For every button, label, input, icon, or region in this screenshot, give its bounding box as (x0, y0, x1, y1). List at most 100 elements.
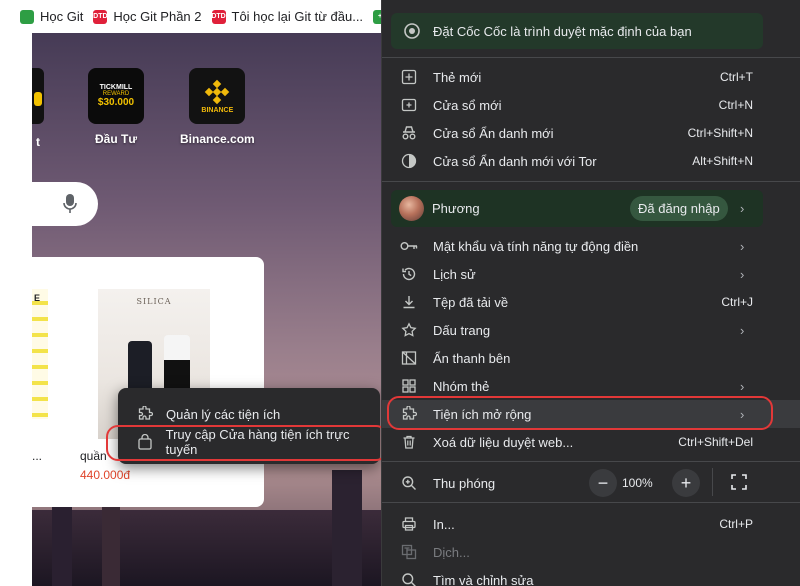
coccoc-logo-icon (404, 23, 420, 39)
chevron-right-icon: › (740, 238, 745, 254)
menu-item-shortcut: Ctrl+Shift+Del (678, 435, 753, 449)
menu-item-label: Dấu trang (433, 322, 491, 338)
bookmark-label: Học Git (40, 9, 84, 24)
menu-item-label: Cửa sổ Ẩn danh mới (433, 125, 554, 141)
tickmill-icon: TICKMILL REWARD $30.000 (88, 68, 144, 124)
fullscreen-icon (731, 474, 747, 490)
binance-diamond-icon (205, 79, 230, 104)
history-icon (400, 265, 418, 283)
zoom-icon (400, 474, 418, 492)
print-icon (400, 515, 418, 533)
tor-icon (400, 152, 418, 170)
product-price: 440.000đ (80, 468, 131, 482)
menu-divider (382, 57, 800, 58)
menu-item-new-window[interactable]: Cửa sổ mới Ctrl+N (382, 91, 800, 119)
menu-item-print[interactable]: In... Ctrl+P (382, 510, 800, 538)
menu-item-shortcut: Ctrl+N (718, 98, 753, 112)
fullscreen-button[interactable] (729, 472, 749, 492)
chevron-right-icon: › (740, 201, 745, 216)
menu-item-new-tab[interactable]: Thẻ mới Ctrl+T (382, 63, 800, 91)
chevron-right-icon: › (740, 266, 745, 282)
set-default-browser-banner[interactable]: Đặt Cốc Cốc là trình duyệt mặc định của … (391, 13, 763, 49)
menu-item-label: Lịch sử (433, 266, 476, 282)
reward-amount-text: $30.000 (97, 97, 135, 108)
menu-item-shortcut: Alt+Shift+N (692, 154, 753, 168)
product-tag: E (34, 293, 41, 303)
bookmark-label: Học Git Phần 2 (113, 9, 202, 24)
menu-item-label: Tệp đã tải về (433, 294, 509, 310)
manage-extensions-item[interactable]: Quản lý các tiện ích (118, 400, 380, 428)
product-name-partial: ... (32, 449, 43, 463)
menu-item-shortcut: Ctrl+J (721, 295, 753, 309)
menu-item-shortcut: Ctrl+T (720, 70, 753, 84)
bookmark-label: Tôi học lại Git từ đầu... (231, 9, 364, 24)
menu-item-label: Xoá dữ liệu duyệt web... (433, 434, 574, 450)
binance-wordmark: BINANCE (201, 106, 234, 114)
menu-item-label: Tìm và chỉnh sửa (433, 572, 534, 586)
signed-in-badge[interactable]: Đã đăng nhập (630, 196, 728, 221)
menu-item-shortcut: Ctrl+Shift+N (687, 126, 753, 140)
bookmark-toi-hoc-lai-git[interactable]: DTD Tôi học lại Git từ đầu... (211, 9, 364, 24)
menu-item-find-edit[interactable]: Tìm và chỉnh sửa (382, 566, 800, 586)
microphone-icon[interactable] (62, 193, 78, 215)
brand-text: SILICA (136, 297, 172, 306)
menu-item-incognito-tor[interactable]: Cửa sổ Ẩn danh mới với Tor Alt+Shift+N (382, 147, 800, 175)
incognito-icon (400, 124, 418, 142)
menu-item-label: Ẩn thanh bên (433, 350, 511, 366)
new-window-icon (400, 96, 418, 114)
download-icon (400, 293, 418, 311)
tile-label: Đầu Tư (94, 132, 138, 146)
partial-shortcut-icon[interactable] (32, 68, 44, 124)
zoom-level: 100% (622, 476, 653, 490)
menu-item-label: Nhóm thẻ (433, 378, 490, 394)
menu-divider (382, 181, 800, 182)
bookmark-hoc-git[interactable]: Học Git (20, 9, 83, 24)
search-icon (400, 571, 418, 586)
menu-item-label: Dịch... (433, 544, 470, 560)
grid-icon (400, 377, 418, 395)
menu-item-label: Thẻ mới (433, 69, 482, 85)
tile-label: Binance.com (180, 132, 255, 146)
product-image-partial (32, 289, 48, 419)
chevron-right-icon: › (740, 322, 745, 338)
menu-item-downloads[interactable]: Tệp đã tải về Ctrl+J (382, 288, 800, 316)
menu-item-clear-browsing-data[interactable]: Xoá dữ liệu duyệt web... Ctrl+Shift+Del (382, 428, 800, 456)
partial-shortcut-label: t (36, 135, 40, 149)
menu-item-passwords-autofill[interactable]: Mật khẩu và tính năng tự động điền › (382, 232, 800, 260)
trash-icon (400, 433, 418, 451)
binance-icon: BINANCE (189, 68, 246, 124)
menu-item-shortcut: Ctrl+P (719, 517, 753, 531)
shortcut-tile-dau-tu[interactable]: TICKMILL REWARD $30.000 Đầu Tư (88, 68, 144, 146)
bookmark-favicon-icon: DTD (93, 9, 108, 24)
profile-name: Phương (432, 201, 480, 216)
sidebar-hide-icon (400, 349, 418, 367)
shortcut-tile-binance[interactable]: BINANCE Binance.com (180, 68, 255, 146)
new-tab-icon (400, 68, 418, 86)
zoom-divider (712, 468, 713, 496)
product-name[interactable]: quần (80, 449, 107, 463)
avatar (399, 196, 424, 221)
search-box[interactable] (32, 182, 98, 226)
submenu-item-label: Quản lý các tiện ích (166, 406, 281, 422)
product-card[interactable]: E SILICA ... quần 440.000đ (32, 257, 264, 507)
menu-item-label: Mật khẩu và tính năng tự động điền (433, 238, 639, 254)
menu-item-label: In... (433, 516, 455, 532)
puzzle-icon (136, 405, 154, 423)
bookmark-hoc-git-phan-2[interactable]: DTD Học Git Phần 2 (93, 9, 201, 24)
bookmark-favicon-icon: DTD (211, 9, 226, 24)
zoom-out-button[interactable]: − (589, 469, 617, 497)
menu-item-label: Cửa sổ mới (433, 97, 502, 113)
menu-item-bookmarks[interactable]: Dấu trang › (382, 316, 800, 344)
menu-item-history[interactable]: Lịch sử › (382, 260, 800, 288)
menu-item-label: Cửa sổ Ẩn danh mới với Tor (433, 153, 597, 169)
zoom-in-button[interactable]: + (672, 469, 700, 497)
menu-divider (382, 461, 800, 462)
highlight-web-store (106, 425, 388, 461)
menu-item-label: Thu phóng (433, 475, 496, 491)
bookmark-favicon-icon (20, 9, 34, 24)
profile-row[interactable]: Phương Đã đăng nhập › (391, 190, 763, 227)
menu-item-incognito-window[interactable]: Cửa sổ Ẩn danh mới Ctrl+Shift+N (382, 119, 800, 147)
chevron-right-icon: › (740, 378, 745, 394)
menu-item-hide-sidebar[interactable]: Ẩn thanh bên (382, 344, 800, 372)
highlight-extensions (387, 396, 773, 430)
